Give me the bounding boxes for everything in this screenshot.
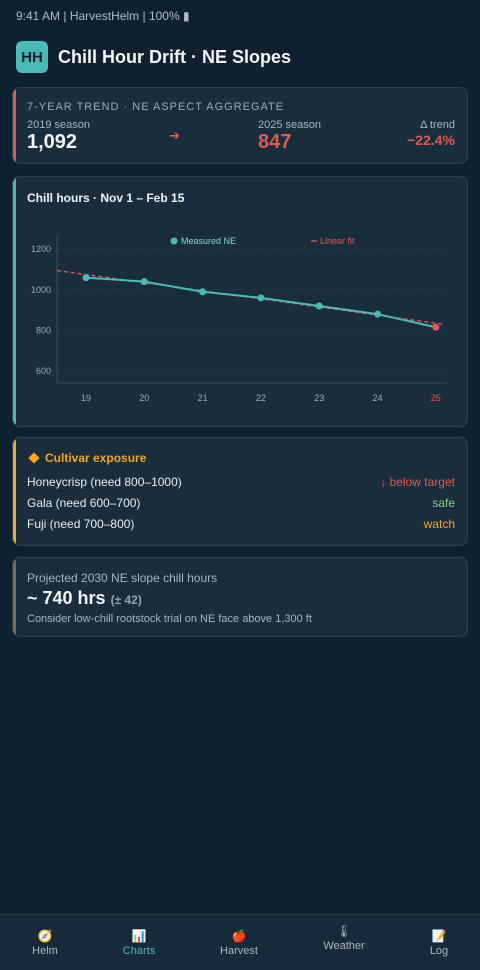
legend-swatch-measured [170,237,178,245]
data-point [199,288,207,296]
projection-note: Consider low-chill rootstock trial on NE… [27,613,312,625]
projection-value: ~ 740 hrs [27,588,106,608]
cultivar-exposure-card: Cultivar exposure Honeycrisp (need 800–1… [12,437,468,546]
data-point [257,294,265,302]
cultivar-name: Gala (need 600–700) [27,496,141,510]
cultivar-row-honeycrisp: Honeycrisp (need 800–1000) ↓ below targe… [27,474,455,490]
cultivar-status: ↓ below target [380,475,455,489]
projection-value-line: ~ 740 hrs (± 42) [27,588,142,609]
chill-hours-chart-card: 600 800 1000 1200 19 20 21 22 23 24 25 Measured NE L… [12,176,468,427]
warning-diamond-icon [28,452,40,464]
cultivar-heading-text: Cultivar exposure [45,451,147,465]
cultivar-name: Honeycrisp (need 800–1000) [27,475,182,489]
season-2025-label: 2025 season [258,119,321,131]
x-tick-label: 25 [431,393,441,403]
app-logo: HH [16,41,48,73]
legend-label-measured: Measured NE [181,236,236,246]
legend-label-fit: Linear fit [320,236,355,246]
nav-label: Harvest [220,945,258,957]
projection-card: Projected 2030 NE slope chill hours ~ 74… [12,557,468,637]
page-title: Chill Hour Drift · NE Slopes [58,46,292,67]
nav-harvest[interactable]: 🍎 Harvest [194,915,284,970]
chill-hours-chart: 600 800 1000 1200 19 20 21 22 23 24 25 Measured NE L… [31,235,447,403]
cultivar-row-fuji: Fuji (need 700–800) watch [27,516,455,532]
x-tick-label: 21 [198,393,208,403]
season-2019-value: 1,092 [27,131,78,153]
projection-label: Projected 2030 NE slope chill hours [27,571,218,585]
y-tick-label: 1200 [31,244,51,254]
nav-label: Weather [323,940,365,952]
delta-trend-label: Δ trend [420,119,455,131]
y-tick-label: 600 [36,366,51,376]
nav-helm[interactable]: 🧭 Helm [0,915,90,970]
nav-weather[interactable]: 🌡 Weather [299,915,389,970]
bottom-nav: 🧭 Helm 📊 Charts 🍎 Harvest 🌡 Weather 📝 Lo… [0,914,480,970]
thermometer-icon: 🌡 [336,924,352,938]
x-tick-label: 23 [314,393,324,403]
bar-chart-icon: 📊 [131,929,147,943]
x-tick-label: 19 [81,393,91,403]
compass-icon: 🧭 [37,929,53,943]
cultivar-name: Fuji (need 700–800) [27,517,135,531]
cultivar-status: safe [432,496,455,510]
header: HH Chill Hour Drift · NE Slopes [16,41,291,73]
cultivar-status: watch [423,517,455,531]
nav-label: Charts [122,945,156,957]
x-tick-label: 24 [372,393,382,403]
nav-log[interactable]: 📝 Log [394,915,480,970]
season-2019-label: 2019 season [27,119,90,131]
x-tick-label: 22 [256,393,266,403]
data-point [140,278,148,286]
season-2025-value: 847 [258,131,292,153]
arrow-right-icon: ➔ [169,128,180,143]
nav-label: Helm [32,945,58,957]
status-bar: 9:41 AM | HarvestHelm | 100% ▮ [16,9,190,23]
data-point [315,302,323,310]
data-point [432,323,440,331]
apple-icon: 🍎 [231,929,247,943]
trend-summary-card: 7-YEAR TREND · NE ASPECT AGGREGATE 2019 … [12,87,468,164]
cultivar-row-gala: Gala (need 600–700) safe [27,495,455,511]
card-accent-bar [13,438,16,545]
cultivar-heading: Cultivar exposure [27,451,146,465]
card-accent-bar [13,558,16,636]
x-tick-label: 20 [139,393,149,403]
nav-label: Log [429,945,449,957]
chart-title: Chill hours · Nov 1 – Feb 15 [27,191,185,205]
series-line-measured-ne [85,276,437,329]
y-tick-label: 1000 [31,285,51,295]
nav-charts[interactable]: 📊 Charts [94,915,184,970]
y-tick-label: 800 [36,325,51,335]
data-point [374,310,381,318]
data-point [82,274,90,282]
delta-trend-value: −22.4% [407,132,455,148]
card-accent-bar [13,88,16,163]
projection-error: (± 42) [110,593,142,607]
memo-icon: 📝 [431,929,447,943]
trend-caption: 7-YEAR TREND · NE ASPECT AGGREGATE [27,101,285,113]
